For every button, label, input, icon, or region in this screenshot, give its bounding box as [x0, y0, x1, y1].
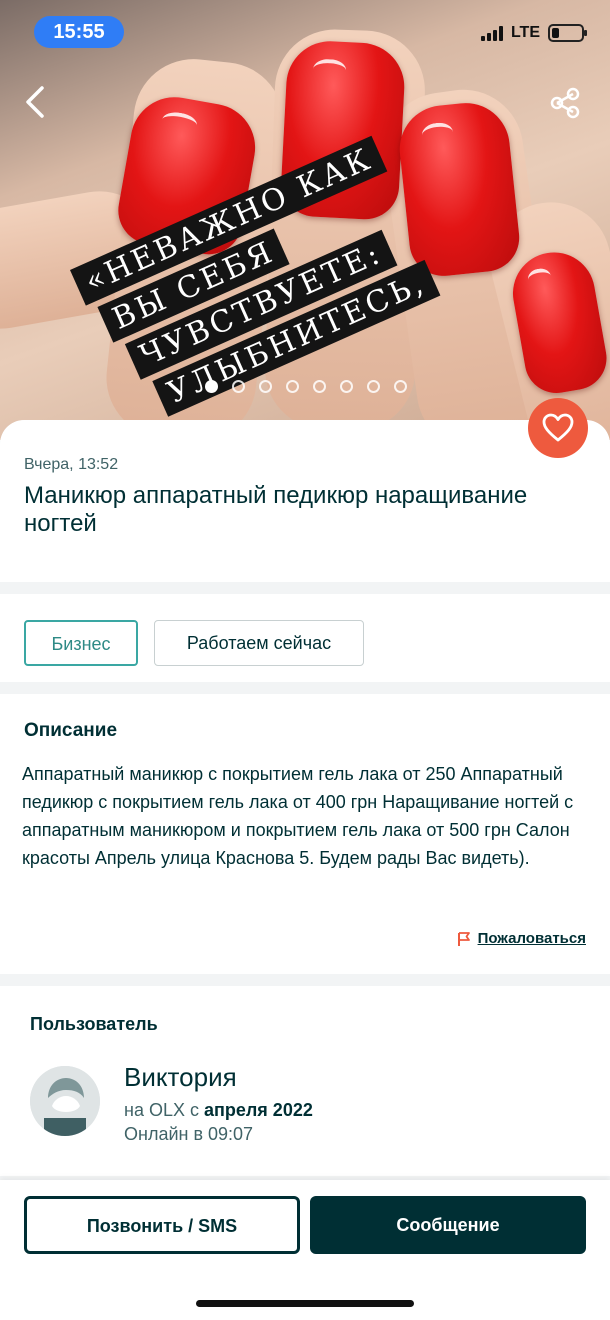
pagination-dot[interactable] — [340, 380, 353, 393]
status-time: 15:55 — [34, 16, 124, 48]
title-section: Вчера, 13:52 Маникюр аппаратный педикюр … — [0, 420, 610, 582]
listing-photo[interactable]: «НЕВАЖНО КАК ВЫ СЕБЯ ЧУВСТВУЕТЕ: УЛЫБНИТ… — [0, 0, 610, 440]
share-icon — [550, 87, 580, 119]
member-since: на OLX с апреля 2022 — [124, 1100, 313, 1121]
network-label: LTE — [510, 24, 540, 41]
description-section: Описание Аппаратный маникюр с покрытием … — [0, 694, 610, 974]
pagination-dot[interactable] — [394, 380, 407, 393]
action-bar: Позвонить / SMS Сообщение — [0, 1180, 610, 1320]
flag-icon — [457, 931, 470, 946]
favorite-button[interactable] — [528, 398, 588, 458]
chevron-left-icon — [26, 86, 44, 118]
battery-icon — [548, 24, 587, 42]
status-indicators: LTE — [480, 24, 587, 42]
member-since-date: апреля 2022 — [203, 1100, 313, 1120]
pagination-dot[interactable] — [367, 380, 380, 393]
member-since-prefix: на OLX с — [124, 1100, 204, 1120]
photo-pagination[interactable] — [205, 380, 407, 393]
pagination-dot[interactable] — [313, 380, 326, 393]
message-button[interactable]: Сообщение — [310, 1196, 586, 1254]
listing-title: Маникюр аппаратный педикюр наращивание н… — [24, 482, 528, 537]
report-link[interactable]: Пожаловаться — [456, 930, 586, 947]
business-badge: Бизнес — [24, 620, 138, 666]
user-name[interactable]: Виктория — [124, 1062, 237, 1093]
last-online: Онлайн в 09:07 — [124, 1124, 254, 1144]
report-label[interactable]: Пожаловаться — [478, 930, 586, 947]
user-heading: Пользователь — [30, 1014, 158, 1034]
badges-section: Бизнес Работаем сейчас — [0, 594, 610, 682]
share-button[interactable] — [548, 86, 582, 120]
pagination-dot[interactable] — [205, 380, 218, 393]
back-button[interactable] — [20, 82, 54, 122]
call-sms-button[interactable]: Позвонить / SMS — [24, 1196, 300, 1254]
description-heading: Описание — [24, 720, 118, 741]
pagination-dot[interactable] — [232, 380, 245, 393]
signal-icon — [480, 25, 503, 41]
posted-date: Вчера, 13:52 — [24, 456, 119, 473]
pagination-dot[interactable] — [286, 380, 299, 393]
user-placeholder-icon — [30, 1066, 100, 1136]
working-now-badge: Работаем сейчас — [154, 620, 364, 666]
avatar[interactable] — [30, 1066, 100, 1136]
home-indicator[interactable] — [196, 1300, 414, 1307]
description-text: Аппаратный маникюр с покрытием гель лака… — [22, 764, 574, 868]
heart-icon — [542, 413, 574, 442]
pagination-dot[interactable] — [259, 380, 272, 393]
user-section[interactable]: Пользователь Виктория на OLX с апреля 20… — [0, 986, 610, 1176]
